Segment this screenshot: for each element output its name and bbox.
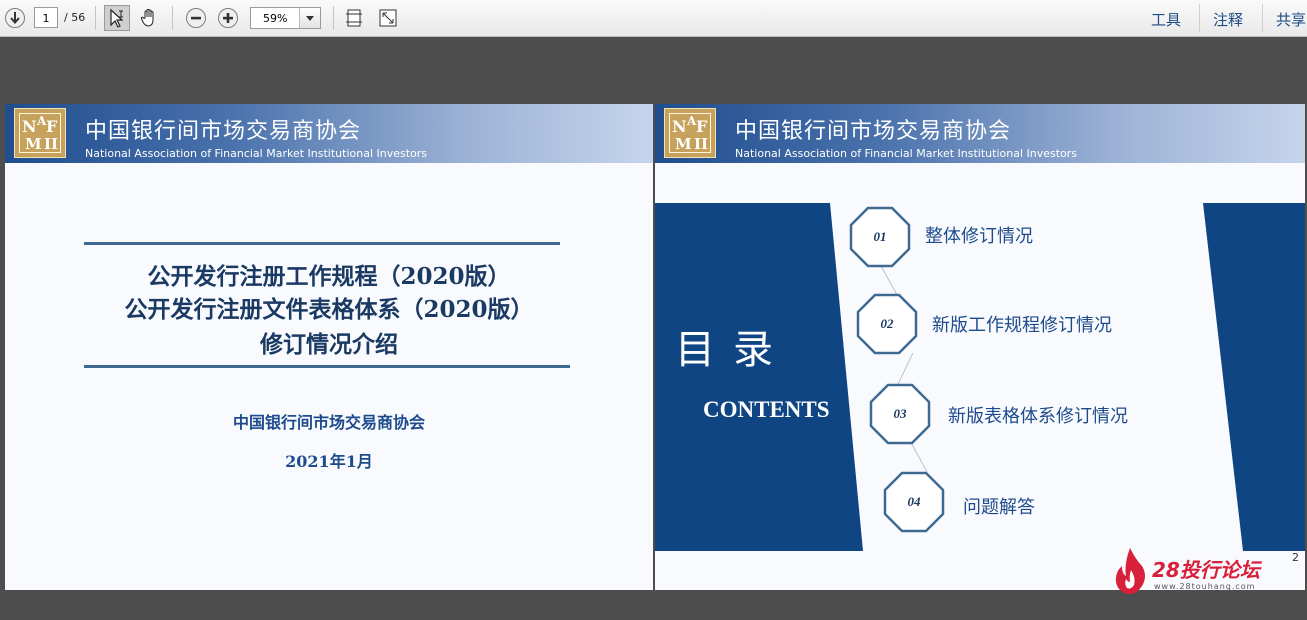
zoom-value: 59% [263,12,288,25]
share-link[interactable]: 共享 [1276,9,1306,30]
zoom-out-button[interactable] [184,5,208,31]
toolbar-divider [95,6,96,30]
toc-item-number: 04 [907,494,921,509]
toc-item-label[interactable]: 问题解答 [963,493,1035,519]
hand-icon [140,8,154,27]
toc-item-number: 01 [873,229,887,244]
next-page-button[interactable] [3,5,27,31]
toc-right-panel [1203,203,1305,551]
chevron-down-icon[interactable] [299,8,320,28]
select-tool-button[interactable] [104,5,130,31]
toc-item-label[interactable]: 整体修订情况 [925,222,1033,248]
forum-watermark: 28投行论坛 www.28touhang.com [1114,546,1284,596]
comment-link[interactable]: 注释 [1213,9,1243,30]
title-bottom-rule [84,365,570,368]
expand-icon [379,9,397,27]
watermark-brand: 28投行论坛 [1152,558,1260,582]
toolbar-divider [1262,4,1263,32]
toolbar-divider [1199,4,1200,32]
toc-title: 目录 [675,327,791,373]
zoom-in-button[interactable] [216,5,240,31]
nafmii-logo: N A F M II [14,108,66,158]
slide-page-number: 2 [1292,551,1299,564]
slide-title-line-3: 修订情况介绍 [260,331,398,358]
toc-item-label[interactable]: 新版表格体系修订情况 [948,402,1128,428]
cursor-arrow-icon [110,8,124,28]
minus-circle-icon [186,8,206,28]
header-org-name-cn: 中国银行间市场交易商协会 [85,119,362,144]
toc-item-number: 02 [880,316,894,331]
page-number-input[interactable]: 1 [34,7,58,28]
slide-page-2: N A F M II 中国银行间市场交易商协会 National Associa… [655,104,1305,590]
fit-page-button[interactable] [342,5,366,31]
tools-link[interactable]: 工具 [1151,9,1181,30]
flame-logo-icon [1115,548,1145,595]
issuer-name: 中国银行间市场交易商协会 [232,413,425,432]
slide-title-line-1: 公开发行注册工作规程（2020版） [147,263,511,290]
toc-item-label[interactable]: 新版工作规程修订情况 [932,311,1112,337]
full-screen-button[interactable] [376,5,400,31]
plus-circle-icon [218,8,238,28]
title-top-rule [84,242,560,245]
slide-title-line-2: 公开发行注册文件表格体系（2020版） [124,296,534,323]
fit-page-icon [346,9,362,27]
toc-left-panel [655,203,863,551]
header-org-name-en: National Association of Financial Market… [85,147,428,160]
toc-title-en: CONTENTS [703,397,830,422]
pdf-toolbar: 1 / 56 59% 工具 注释 共享 [0,0,1307,37]
toc-item-number: 03 [893,406,907,421]
page-count: / 56 [64,11,86,24]
watermark-url: www.28touhang.com [1154,582,1256,591]
slide-page-1: N A F M II 中国银行间市场交易商协会 National Associa… [5,104,653,590]
hand-tool-button[interactable] [136,5,162,31]
toolbar-divider [333,6,334,30]
slide-header: N A F M II 中国银行间市场交易商协会 National Associa… [5,104,653,163]
zoom-select[interactable]: 59% [250,7,321,29]
toolbar-divider [172,6,173,30]
issue-date: 2021年1月 [285,452,373,471]
arrow-down-icon [5,8,25,28]
